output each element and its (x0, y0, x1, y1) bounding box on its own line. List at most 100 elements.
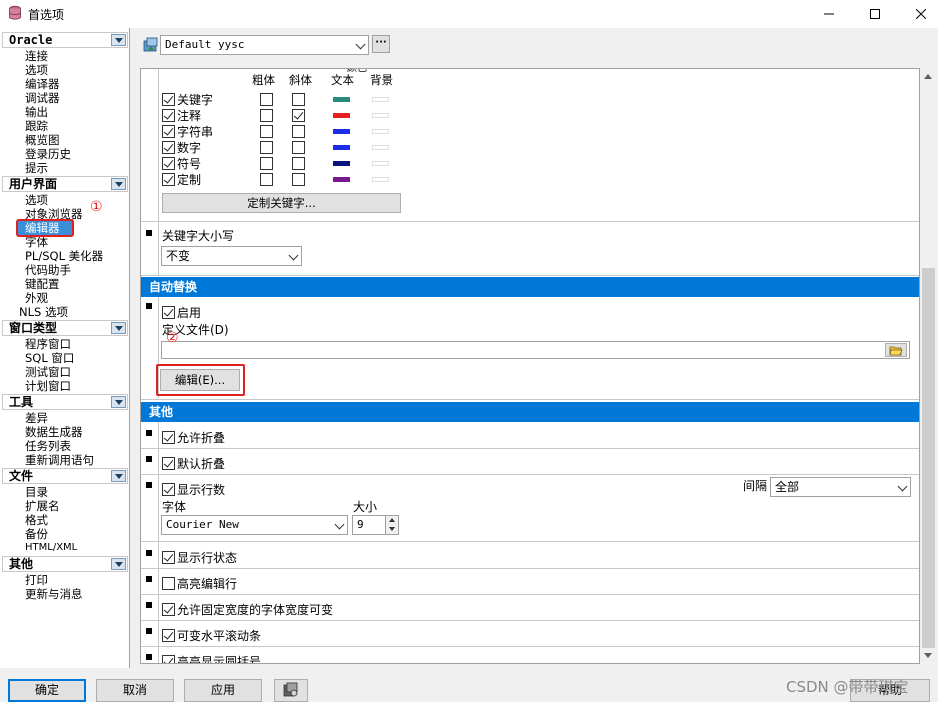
highlight-edit-line-checkbox[interactable] (162, 577, 175, 590)
bold-checkbox[interactable] (260, 109, 273, 122)
italic-checkbox[interactable] (292, 157, 305, 170)
category-files[interactable]: 文件 (2, 468, 128, 484)
profile-manage-button[interactable] (274, 679, 308, 702)
sidebar-item-trace[interactable]: 跟踪 (25, 119, 48, 133)
scroll-thumb[interactable] (922, 268, 935, 648)
spin-up-icon[interactable] (389, 518, 395, 522)
category-user-interface[interactable]: 用户界面 (2, 176, 128, 192)
string-checkbox[interactable] (162, 125, 175, 138)
apply-button[interactable]: 应用 (184, 679, 262, 702)
bg-color-swatch[interactable] (372, 161, 389, 166)
sidebar-item-print[interactable]: 打印 (25, 573, 48, 587)
font-select[interactable]: Courier New (161, 515, 348, 535)
allow-fixed-width-checkbox[interactable] (162, 603, 175, 616)
sidebar-item-code-assistant[interactable]: 代码助手 (25, 263, 71, 277)
text-color-swatch[interactable] (333, 161, 350, 166)
sidebar-item-connection[interactable]: 连接 (25, 49, 48, 63)
show-line-status-checkbox[interactable] (162, 551, 175, 564)
sidebar-item-options[interactable]: 选项 (25, 63, 48, 77)
show-line-numbers-checkbox[interactable] (162, 483, 175, 496)
definition-file-input[interactable] (161, 341, 910, 359)
sidebar-item-key-config[interactable]: 键配置 (25, 277, 60, 291)
sidebar-item-directories[interactable]: 目录 (25, 485, 48, 499)
text-color-swatch[interactable] (333, 97, 350, 102)
edit-button[interactable]: 编辑(E)... (160, 369, 240, 391)
sidebar-item-program-window[interactable]: 程序窗口 (25, 337, 71, 351)
text-color-swatch[interactable] (333, 113, 350, 118)
collapse-arrow-icon[interactable] (111, 34, 126, 46)
sidebar-item-test-window[interactable]: 测试窗口 (25, 365, 71, 379)
vertical-scrollbar[interactable] (920, 68, 937, 664)
sidebar-item-task-list[interactable]: 任务列表 (25, 439, 71, 453)
bold-checkbox[interactable] (260, 157, 273, 170)
ok-button[interactable]: 确定 (8, 679, 86, 702)
sidebar-item-extensions[interactable]: 扩展名 (25, 499, 60, 513)
sidebar-item-diff[interactable]: 差异 (25, 411, 48, 425)
spin-down-icon[interactable] (389, 527, 395, 531)
keyword-checkbox[interactable] (162, 93, 175, 106)
variable-hscroll-checkbox[interactable] (162, 629, 175, 642)
bg-color-swatch[interactable] (372, 177, 389, 182)
custom-checkbox[interactable] (162, 173, 175, 186)
collapse-arrow-icon[interactable] (111, 558, 126, 570)
custom-keywords-button[interactable]: 定制关键字... (162, 193, 401, 213)
bold-checkbox[interactable] (260, 173, 273, 186)
text-color-swatch[interactable] (333, 177, 350, 182)
sidebar-item-ui-options[interactable]: 选项 (25, 193, 48, 207)
bold-checkbox[interactable] (260, 125, 273, 138)
sidebar-item-format[interactable]: 格式 (25, 513, 48, 527)
italic-checkbox[interactable] (292, 141, 305, 154)
sidebar-item-data-generator[interactable]: 数据生成器 (25, 425, 83, 439)
sidebar-item-debugger[interactable]: 调试器 (25, 91, 60, 105)
sidebar-item-recall-statement[interactable]: 重新调用语句 (25, 453, 94, 467)
bg-color-swatch[interactable] (372, 113, 389, 118)
sidebar-item-compiler[interactable]: 编译器 (25, 77, 60, 91)
italic-checkbox[interactable] (292, 93, 305, 106)
collapse-arrow-icon[interactable] (111, 470, 126, 482)
sidebar-item-output[interactable]: 输出 (25, 105, 48, 119)
allow-folding-checkbox[interactable] (162, 431, 175, 444)
category-oracle[interactable]: Oracle (2, 32, 128, 48)
sidebar-item-updates[interactable]: 更新与消息 (25, 587, 83, 601)
bold-checkbox[interactable] (260, 93, 273, 106)
sidebar-item-beautifier[interactable]: PL/SQL 美化器 (25, 249, 103, 263)
autoreplace-enable-checkbox[interactable] (162, 306, 175, 319)
category-other[interactable]: 其他 (2, 556, 128, 572)
italic-checkbox[interactable] (292, 173, 305, 186)
italic-checkbox[interactable] (292, 109, 305, 122)
keyword-case-select[interactable]: 不变 (161, 246, 302, 266)
sidebar-item-hints[interactable]: 提示 (25, 161, 48, 175)
collapse-arrow-icon[interactable] (111, 396, 126, 408)
category-tools[interactable]: 工具 (2, 394, 128, 410)
collapse-arrow-icon[interactable] (111, 178, 126, 190)
sidebar-item-login-history[interactable]: 登录历史 (25, 147, 71, 161)
comment-checkbox[interactable] (162, 109, 175, 122)
number-checkbox[interactable] (162, 141, 175, 154)
scroll-up-icon[interactable] (924, 74, 932, 79)
bg-color-swatch[interactable] (372, 97, 389, 102)
italic-checkbox[interactable] (292, 125, 305, 138)
profile-select[interactable]: Default yysc (160, 35, 369, 55)
maximize-button[interactable] (852, 0, 898, 28)
spin-buttons[interactable] (385, 516, 398, 534)
bg-color-swatch[interactable] (372, 145, 389, 150)
collapse-arrow-icon[interactable] (111, 322, 126, 334)
sidebar-item-overview[interactable]: 概览图 (25, 133, 60, 147)
profile-more-button[interactable]: ··· (372, 35, 390, 53)
sidebar-item-nls[interactable]: NLS 选项 (19, 305, 68, 319)
category-window-types[interactable]: 窗口类型 (2, 320, 128, 336)
close-button[interactable] (898, 0, 938, 28)
text-color-swatch[interactable] (333, 129, 350, 134)
sidebar-item-backup[interactable]: 备份 (25, 527, 48, 541)
bold-checkbox[interactable] (260, 141, 273, 154)
minimize-button[interactable] (806, 0, 852, 28)
scroll-down-icon[interactable] (924, 653, 932, 658)
browse-file-button[interactable] (885, 343, 907, 357)
cancel-button[interactable]: 取消 (96, 679, 174, 702)
sidebar-item-appearance[interactable]: 外观 (25, 291, 48, 305)
sidebar-item-fonts[interactable]: 字体 (25, 235, 48, 249)
sidebar-item-sql-window[interactable]: SQL 窗口 (25, 351, 74, 365)
default-folding-checkbox[interactable] (162, 457, 175, 470)
sidebar-item-plan-window[interactable]: 计划窗口 (25, 379, 71, 393)
bg-color-swatch[interactable] (372, 129, 389, 134)
